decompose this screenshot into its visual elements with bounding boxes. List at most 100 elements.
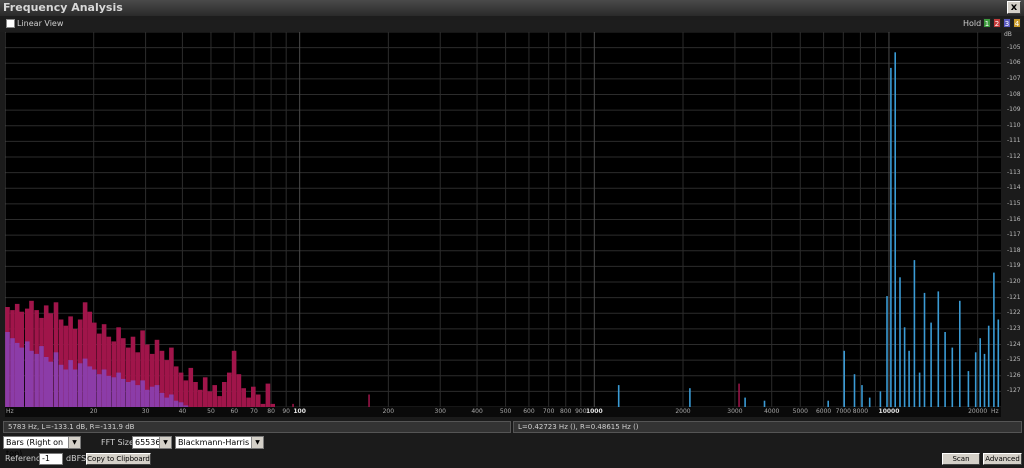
spectrum-bar-right xyxy=(164,397,170,407)
linear-view-label: Linear View xyxy=(17,19,64,28)
spectrum-peak xyxy=(908,350,910,407)
hz-label-right: Hz xyxy=(991,408,999,415)
hold-button-4[interactable]: 4 xyxy=(1013,18,1021,28)
reference-input[interactable]: -1 xyxy=(39,453,63,465)
spectrum-peak xyxy=(868,397,871,407)
x-tick-label: 700 xyxy=(542,408,555,415)
spectrum-bar-right xyxy=(34,353,39,407)
spectrum-peak xyxy=(918,372,921,407)
spectrum-bar-right xyxy=(106,375,112,407)
x-tick-label: 40 xyxy=(178,408,187,415)
x-tick-label: 30 xyxy=(141,408,150,415)
spectrum-peak xyxy=(879,391,882,407)
title-bar: Frequency Analysis x xyxy=(0,0,1024,17)
linear-view-checkbox[interactable] xyxy=(6,19,15,28)
y-tick-label: -126 xyxy=(1007,371,1021,379)
x-tick-label: 400 xyxy=(471,408,483,415)
spectrum-bar-right xyxy=(92,369,97,407)
y-tick-label: -127 xyxy=(1007,387,1021,395)
x-tick-label: 20000 xyxy=(968,408,988,415)
cursor-readout: 5783 Hz, L=-133.1 dB, R=-131.9 dB xyxy=(3,421,511,433)
fft-size-label: FFT Size xyxy=(101,438,134,447)
spectrum-peak xyxy=(974,352,977,407)
spectrum-bar-right xyxy=(121,378,126,407)
x-tick-label: 4000 xyxy=(764,408,780,415)
spectrum-bar-left xyxy=(265,383,271,407)
y-tick-label: -116 xyxy=(1007,215,1021,223)
hold-button-3[interactable]: 3 xyxy=(1003,18,1011,28)
y-tick-label: -117 xyxy=(1007,231,1021,239)
spectrum-bar-right xyxy=(154,385,160,407)
fft-size-value: 65536 xyxy=(135,438,161,447)
spectrum-bar-right xyxy=(135,385,140,407)
spectrum-bar-left xyxy=(236,374,242,407)
copy-to-clipboard-button[interactable]: Copy to Clipboard xyxy=(86,453,151,465)
spectrum-bar-right xyxy=(10,338,15,407)
hold-button-1[interactable]: 1 xyxy=(983,18,991,28)
spectrum-peak xyxy=(899,277,901,407)
spectrum-bar-left xyxy=(246,397,251,407)
y-tick-label: -110 xyxy=(1007,121,1021,129)
y-tick-label: -105 xyxy=(1007,43,1021,51)
spectrum-bar-left xyxy=(198,389,203,407)
close-button[interactable]: x xyxy=(1007,1,1021,14)
y-tick-label: -115 xyxy=(1007,199,1021,207)
y-tick-label: -113 xyxy=(1007,168,1021,176)
spectrum-bar-left xyxy=(207,391,213,407)
y-tick-label: -112 xyxy=(1007,153,1021,160)
y-tick-label: -119 xyxy=(1007,262,1021,270)
y-tick-label: -107 xyxy=(1007,74,1021,82)
advanced-button[interactable]: Advanced xyxy=(983,453,1022,465)
spectrum-bar-right xyxy=(39,346,44,407)
spectrum-bar-right xyxy=(29,350,34,407)
spectrum-peak xyxy=(890,67,892,407)
spectrum-peak xyxy=(967,371,970,407)
spectrum-bar-right xyxy=(63,369,69,407)
y-tick-label: -118 xyxy=(1007,246,1021,254)
spectrum-bar-right xyxy=(82,358,88,407)
spectrum-plot[interactable] xyxy=(5,32,1001,407)
spectrum-bar-left xyxy=(178,372,184,407)
spectrum-bar-left xyxy=(202,377,208,407)
spectrum-bar-right xyxy=(77,363,83,407)
y-tick-label: -114 xyxy=(1007,184,1021,192)
spectrum-peak xyxy=(843,350,845,407)
x-tick-label: 60 xyxy=(230,408,239,415)
spectrum-bar-right xyxy=(97,374,102,407)
x-tick-label: 8000 xyxy=(852,408,869,415)
window-function-select[interactable]: Blackmann-Harris ▼ xyxy=(175,436,264,449)
fft-size-select[interactable]: 65536 ▼ xyxy=(132,436,172,449)
spectrum-peak xyxy=(886,296,888,407)
spectrum-bar-right xyxy=(126,382,131,407)
y-tick-label: -108 xyxy=(1007,90,1021,98)
spectrum-bar-left xyxy=(251,386,256,407)
spectrum-bar-right xyxy=(19,347,25,407)
spectrum-bar-left xyxy=(217,396,222,407)
x-tick-label: 80 xyxy=(267,408,275,415)
display-mode-select[interactable]: Bars (Right on top) ▼ xyxy=(3,436,81,458)
options-strip xyxy=(0,16,1024,32)
spectrum-bar-left xyxy=(241,388,246,407)
y-tick-label: -111 xyxy=(1007,137,1021,145)
scan-button[interactable]: Scan xyxy=(942,453,980,465)
spectrum-bar-right xyxy=(53,352,59,407)
spectrum-peak xyxy=(987,325,990,407)
spectrum-bar-right xyxy=(58,364,64,407)
y-tick-label: -122 xyxy=(1007,309,1021,317)
hold-label: Hold xyxy=(963,19,982,28)
spectrum-bar-right xyxy=(14,342,20,407)
spectrum-bar-right xyxy=(145,389,150,407)
hold-button-2[interactable]: 2 xyxy=(993,18,1001,28)
spectrum-bar-left xyxy=(255,394,261,407)
x-tick-label: 300 xyxy=(434,408,446,415)
spectrum-bar-right xyxy=(116,372,121,407)
spectrum-peak xyxy=(853,374,856,407)
x-tick-label: 1000 xyxy=(585,408,603,415)
spectrum-peak xyxy=(894,52,896,407)
x-tick-label: 5000 xyxy=(792,408,808,415)
spectrum-peak xyxy=(979,338,981,407)
spectrum-peak xyxy=(930,322,932,407)
spectrum-bar-left xyxy=(231,350,237,407)
chevron-down-icon: ▼ xyxy=(159,437,171,448)
spectrum-bar-right xyxy=(5,332,10,407)
